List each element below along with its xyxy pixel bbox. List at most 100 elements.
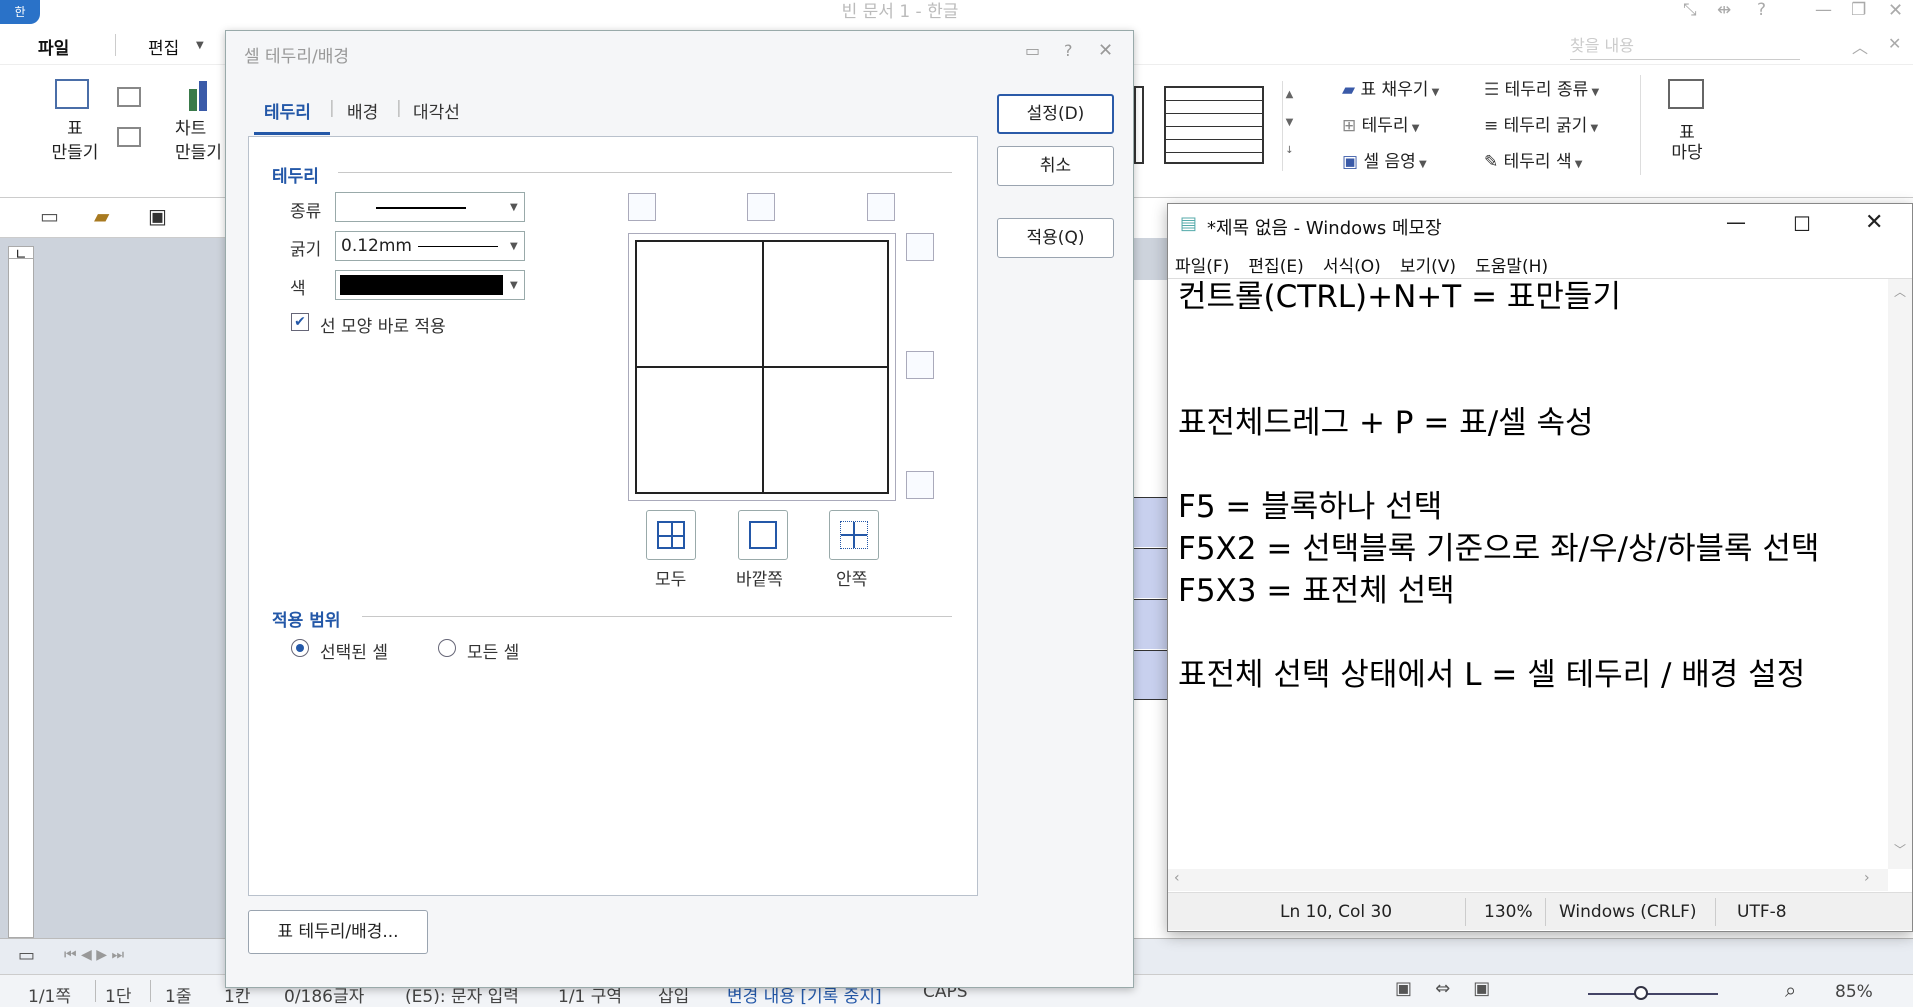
scroll-up-icon[interactable]: ︿	[1894, 283, 1906, 300]
preset-inside-button[interactable]	[829, 510, 879, 560]
line-color-select[interactable]: ▼	[335, 270, 525, 300]
line-thickness-select[interactable]: 0.12mm ▼	[335, 231, 525, 261]
status-page: 1/1쪽	[28, 987, 71, 1007]
vertical-scrollbar[interactable]: ︿ ﹀	[1888, 279, 1912, 869]
notepad-menu-format[interactable]: 서식(O)	[1323, 257, 1381, 277]
line-type-select[interactable]: ▼	[335, 192, 525, 222]
scroll-down-icon[interactable]: ﹀	[1894, 841, 1906, 858]
top-border-icon[interactable]	[906, 233, 934, 261]
apply-button[interactable]: 적용(Q)	[997, 218, 1114, 258]
window-title: 빈 문서 1 - 한글	[841, 2, 959, 22]
table-make-button[interactable]: 표 만들기	[40, 79, 110, 169]
border-color-button[interactable]: ✎ 테두리 색 ▼	[1484, 147, 1583, 172]
page-view-icon[interactable]: ▭	[18, 945, 35, 966]
preset-outside-button[interactable]	[738, 510, 788, 560]
collapse-ribbon-icon[interactable]: ︿	[1852, 34, 1868, 58]
text-line: 표전체드레그 + P = 표/셀 속성	[1178, 405, 1594, 441]
new-doc-icon[interactable]: ▭	[40, 204, 59, 228]
border-thick-button[interactable]: ≡ 테두리 굵기 ▼	[1484, 111, 1598, 136]
zoom-icon[interactable]: ⌕	[1785, 978, 1796, 1002]
apply-immediately-checkbox[interactable]: ✔	[291, 313, 309, 331]
chevron-down-icon: ▼	[1587, 123, 1599, 134]
bottom-border-icon[interactable]	[906, 471, 934, 499]
menu-edit[interactable]: 편집	[148, 34, 179, 59]
view-normal-icon[interactable]: ▣	[1395, 978, 1412, 999]
color-swatch	[340, 275, 503, 295]
scope-all-radio[interactable]	[438, 639, 456, 657]
table-style-item[interactable]	[1164, 86, 1264, 164]
notepad-minimize-icon[interactable]: —	[1726, 210, 1746, 234]
scroll-right-icon[interactable]: ›	[1864, 870, 1870, 886]
table-style-gallery[interactable]: ▲ ▼ ↓	[1134, 81, 1296, 171]
dialog-help-icon[interactable]: ?	[1064, 41, 1073, 60]
view-width-icon[interactable]: ⇔	[1435, 978, 1450, 999]
border-thick-label: 테두리 굵기	[1503, 116, 1588, 136]
chevron-down-icon: ▼	[1588, 87, 1600, 98]
set-button[interactable]: 설정(D)	[997, 94, 1114, 134]
table-erase-icon[interactable]	[117, 127, 141, 147]
zoom-slider-thumb[interactable]	[1634, 986, 1648, 1000]
text-line: F5X3 = 표전체 선택	[1178, 573, 1455, 609]
scroll-left-icon[interactable]: ‹	[1174, 870, 1180, 886]
view-page-icon[interactable]: ▣	[1473, 978, 1490, 999]
chevron-down-icon[interactable]: ▼	[196, 40, 204, 51]
border-button[interactable]: ⊞ 테두리 ▼	[1342, 111, 1419, 136]
scope-selected-radio[interactable]	[291, 639, 309, 657]
preset-all-label: 모두	[655, 570, 687, 590]
search-box[interactable]: 찾을 내용	[1570, 32, 1800, 60]
notepad-eol: Windows (CRLF)	[1559, 902, 1697, 922]
section-divider	[362, 616, 952, 617]
notepad-maximize-icon[interactable]: ☐	[1793, 212, 1811, 236]
restore-icon[interactable]: ❐	[1851, 0, 1866, 20]
open-folder-icon[interactable]: ▰	[94, 204, 109, 228]
tab-background[interactable]: 배경	[347, 98, 378, 123]
split-icon[interactable]: ⇹	[1717, 0, 1731, 20]
notepad-menu-bar: 파일(F) 편집(E) 서식(O) 보기(V) 도움말(H)	[1175, 252, 1562, 277]
table-edit-icon[interactable]	[117, 87, 141, 107]
menu-file[interactable]: 파일	[38, 34, 69, 59]
search-input[interactable]: 찾을 내용	[1570, 36, 1634, 55]
zoom-slider[interactable]	[1588, 986, 1718, 1000]
tab-border[interactable]: 테두리	[264, 98, 311, 123]
cell-shade-button[interactable]: ▣ 셀 음영 ▼	[1342, 147, 1427, 172]
table-style-item[interactable]	[1134, 86, 1144, 164]
notepad-text-area[interactable]: 컨트롤(CTRL)+N+T = 표만들기 표전체드레그 + P = 표/셀 속성…	[1168, 279, 1888, 869]
left-border-icon[interactable]	[628, 193, 656, 221]
table-madang-button[interactable]: 표 마당	[1662, 79, 1712, 179]
border-type-icon: ☰	[1484, 80, 1505, 100]
chevron-down-icon: ▼	[1428, 87, 1440, 98]
gallery-scroll[interactable]: ▲ ▼ ↓	[1282, 81, 1296, 171]
horizontal-scrollbar[interactable]: ‹ ›	[1168, 869, 1888, 891]
inner-vertical-border-icon[interactable]	[747, 193, 775, 221]
chevron-down-icon: ▼	[1571, 159, 1583, 170]
fullscreen-icon[interactable]: ⤡	[1683, 0, 1697, 20]
table-fill-button[interactable]: ▰ 표 채우기 ▼	[1342, 75, 1439, 100]
table-border-background-button[interactable]: 표 테두리/배경...	[248, 910, 428, 954]
minimize-icon[interactable]: —	[1815, 0, 1832, 20]
active-tab-underline	[254, 132, 330, 135]
scope-all-label: 모든 셀	[467, 643, 520, 663]
close-doc-icon[interactable]: ✕	[1888, 34, 1901, 53]
notepad-close-icon[interactable]: ✕	[1865, 210, 1883, 235]
comment-icon[interactable]: ▭	[1025, 41, 1040, 60]
notepad-menu-edit[interactable]: 편집(E)	[1248, 257, 1303, 277]
border-icon: ⊞	[1342, 116, 1362, 136]
close-icon[interactable]: ✕	[1888, 0, 1903, 21]
preset-outside-label: 바깥쪽	[736, 570, 783, 590]
border-type-button[interactable]: ☰ 테두리 종류 ▼	[1484, 75, 1599, 100]
dialog-close-icon[interactable]: ✕	[1098, 40, 1113, 61]
tab-diagonal[interactable]: 대각선	[413, 98, 460, 123]
notepad-menu-view[interactable]: 보기(V)	[1400, 257, 1456, 277]
help-icon[interactable]: ?	[1757, 0, 1766, 20]
fill-icon: ▰	[1342, 80, 1361, 100]
notepad-menu-file[interactable]: 파일(F)	[1175, 257, 1229, 277]
preset-all-button[interactable]	[646, 510, 696, 560]
save-icon[interactable]: ▣	[148, 204, 167, 228]
first-tab-icon[interactable]: ⏮ ◀ ▶ ⏭	[64, 947, 124, 963]
right-border-icon[interactable]	[867, 193, 895, 221]
text-line: 표전체 선택 상태에서 L = 셀 테두리 / 배경 설정	[1178, 657, 1806, 693]
inner-horizontal-border-icon[interactable]	[906, 351, 934, 379]
cancel-button[interactable]: 취소	[997, 146, 1114, 186]
border-preview[interactable]	[628, 233, 896, 501]
notepad-menu-help[interactable]: 도움말(H)	[1475, 257, 1548, 277]
